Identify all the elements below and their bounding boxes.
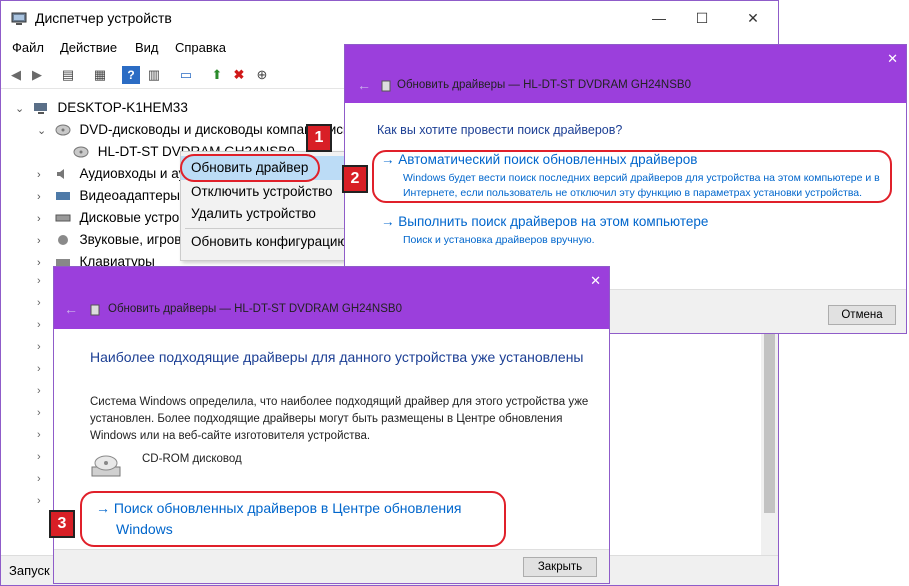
computer-icon (33, 103, 47, 115)
chevron-right-icon[interactable]: › (37, 385, 41, 397)
result-body-2: установлен. Более подходящие драйверы мо… (90, 413, 563, 425)
dialog-title-band: ✕ ← Обновить драйверы — HL-DT-ST DVDRAM … (54, 267, 609, 329)
sound-device-icon (57, 235, 68, 246)
close-dialog-button[interactable]: Закрыть (523, 557, 597, 577)
result-body-3: Windows или на веб-сайте изготовителя ус… (90, 430, 371, 442)
chevron-right-icon[interactable]: › (37, 429, 41, 441)
dialog-caption: Обновить драйверы — HL-DT-ST DVDRAM GH24… (108, 303, 402, 315)
optical-drive-icon (73, 146, 89, 158)
help-icon[interactable]: ? (122, 66, 140, 84)
chevron-right-icon[interactable]: › (37, 164, 51, 186)
ctx-scan-hardware[interactable]: Обновить конфигурацию (181, 230, 349, 254)
highlight-update-driver (180, 154, 320, 182)
optical-drive-icon (55, 124, 71, 136)
chevron-right-icon[interactable]: › (37, 186, 51, 208)
optical-drive-icon (381, 80, 391, 92)
chevron-down-icon[interactable]: ⌄ (37, 120, 51, 142)
dialog-question: Как вы хотите провести поиск драйверов? (377, 123, 623, 137)
menu-view[interactable]: Вид (135, 40, 159, 55)
close-icon[interactable]: ✕ (590, 273, 601, 289)
status-text: Запуск (9, 563, 50, 578)
back-arrow-icon[interactable]: ← (357, 77, 371, 93)
properties-icon[interactable]: ▤ (59, 66, 77, 84)
chevron-right-icon[interactable]: › (37, 208, 51, 230)
maximize-button[interactable]: ☐ (679, 1, 725, 35)
back-arrow-icon[interactable]: ◀ (7, 66, 25, 84)
tree-root-label: DESKTOP-K1HEM33 (57, 100, 188, 115)
close-icon[interactable]: ✕ (887, 51, 898, 67)
close-button[interactable]: ✕ (730, 1, 776, 35)
ctx-disable-device[interactable]: Отключить устройство (181, 180, 349, 204)
step-badge-3: 3 (49, 510, 75, 538)
back-arrow-icon[interactable]: ← (64, 301, 78, 317)
download-icon[interactable]: ⊕ (253, 66, 271, 84)
device-manager-icon (11, 12, 27, 25)
chevron-right-icon[interactable]: › (37, 275, 41, 287)
manual-search-desc: Поиск и установка драйверов вручную. (403, 234, 595, 246)
highlight-windows-update (80, 491, 506, 547)
chevron-right-icon[interactable]: › (37, 363, 41, 375)
device-name: CD-ROM дисковод (142, 453, 242, 465)
scrollbar-thumb[interactable] (764, 333, 775, 513)
chevron-down-icon[interactable]: ⌄ (15, 98, 29, 120)
result-heading: Наиболее подходящие драйверы для данного… (90, 349, 584, 365)
step-badge-2: 2 (342, 165, 368, 193)
dialog-footer: Закрыть (54, 549, 609, 583)
dialog-title-band: ✕ ← Обновить драйверы — HL-DT-ST DVDRAM … (345, 45, 906, 103)
highlight-auto-search (372, 150, 892, 203)
uninstall-icon[interactable]: ✖ (230, 66, 248, 84)
monitor-icon[interactable]: ▭ (177, 66, 195, 84)
ctx-separator (185, 228, 345, 229)
manual-search-link[interactable]: → Выполнить поиск драйверов на этом комп… (381, 214, 708, 229)
disk-drive-icon (55, 214, 71, 222)
cancel-button[interactable]: Отмена (828, 305, 896, 325)
speaker-icon (56, 169, 64, 180)
menu-action[interactable]: Действие (60, 40, 117, 55)
menu-help[interactable]: Справка (175, 40, 226, 55)
chevron-right-icon[interactable]: › (37, 473, 41, 485)
tree-root[interactable]: ⌄ DESKTOP-K1HEM33 (15, 97, 188, 119)
chevron-right-icon[interactable]: › (37, 407, 41, 419)
chevron-right-icon[interactable]: › (37, 319, 41, 331)
window-title: Диспетчер устройств (35, 10, 172, 26)
title-bar[interactable]: Диспетчер устройств — ☐ ✕ (1, 1, 778, 37)
list-view-icon[interactable]: ▦ (91, 66, 109, 84)
menu-file[interactable]: Файл (12, 40, 44, 55)
result-body-1: Система Windows определила, что наиболее… (90, 396, 589, 408)
tree-item-video[interactable]: › Видеоадаптеры (37, 185, 180, 207)
cd-rom-drive-icon (91, 455, 121, 477)
chevron-right-icon[interactable]: › (37, 341, 41, 353)
forward-arrow-icon[interactable]: ▶ (28, 66, 46, 84)
chevron-right-icon[interactable]: › (37, 451, 41, 463)
chevron-right-icon[interactable]: › (37, 297, 41, 309)
resources-icon[interactable]: ▥ (145, 66, 163, 84)
add-driver-icon[interactable]: ⬆ (208, 66, 226, 84)
optical-drive-icon (90, 304, 100, 316)
dialog-caption: Обновить драйверы — HL-DT-ST DVDRAM GH24… (397, 79, 691, 91)
tree-item-video-label: Видеоадаптеры (79, 188, 180, 203)
chevron-right-icon[interactable]: › (37, 252, 51, 274)
chevron-right-icon[interactable]: › (37, 230, 51, 252)
minimize-button[interactable]: — (636, 1, 682, 35)
ctx-uninstall-device[interactable]: Удалить устройство (181, 202, 349, 226)
display-adapter-icon (55, 192, 70, 201)
chevron-right-icon[interactable]: › (37, 495, 41, 507)
step-badge-1: 1 (306, 124, 332, 152)
